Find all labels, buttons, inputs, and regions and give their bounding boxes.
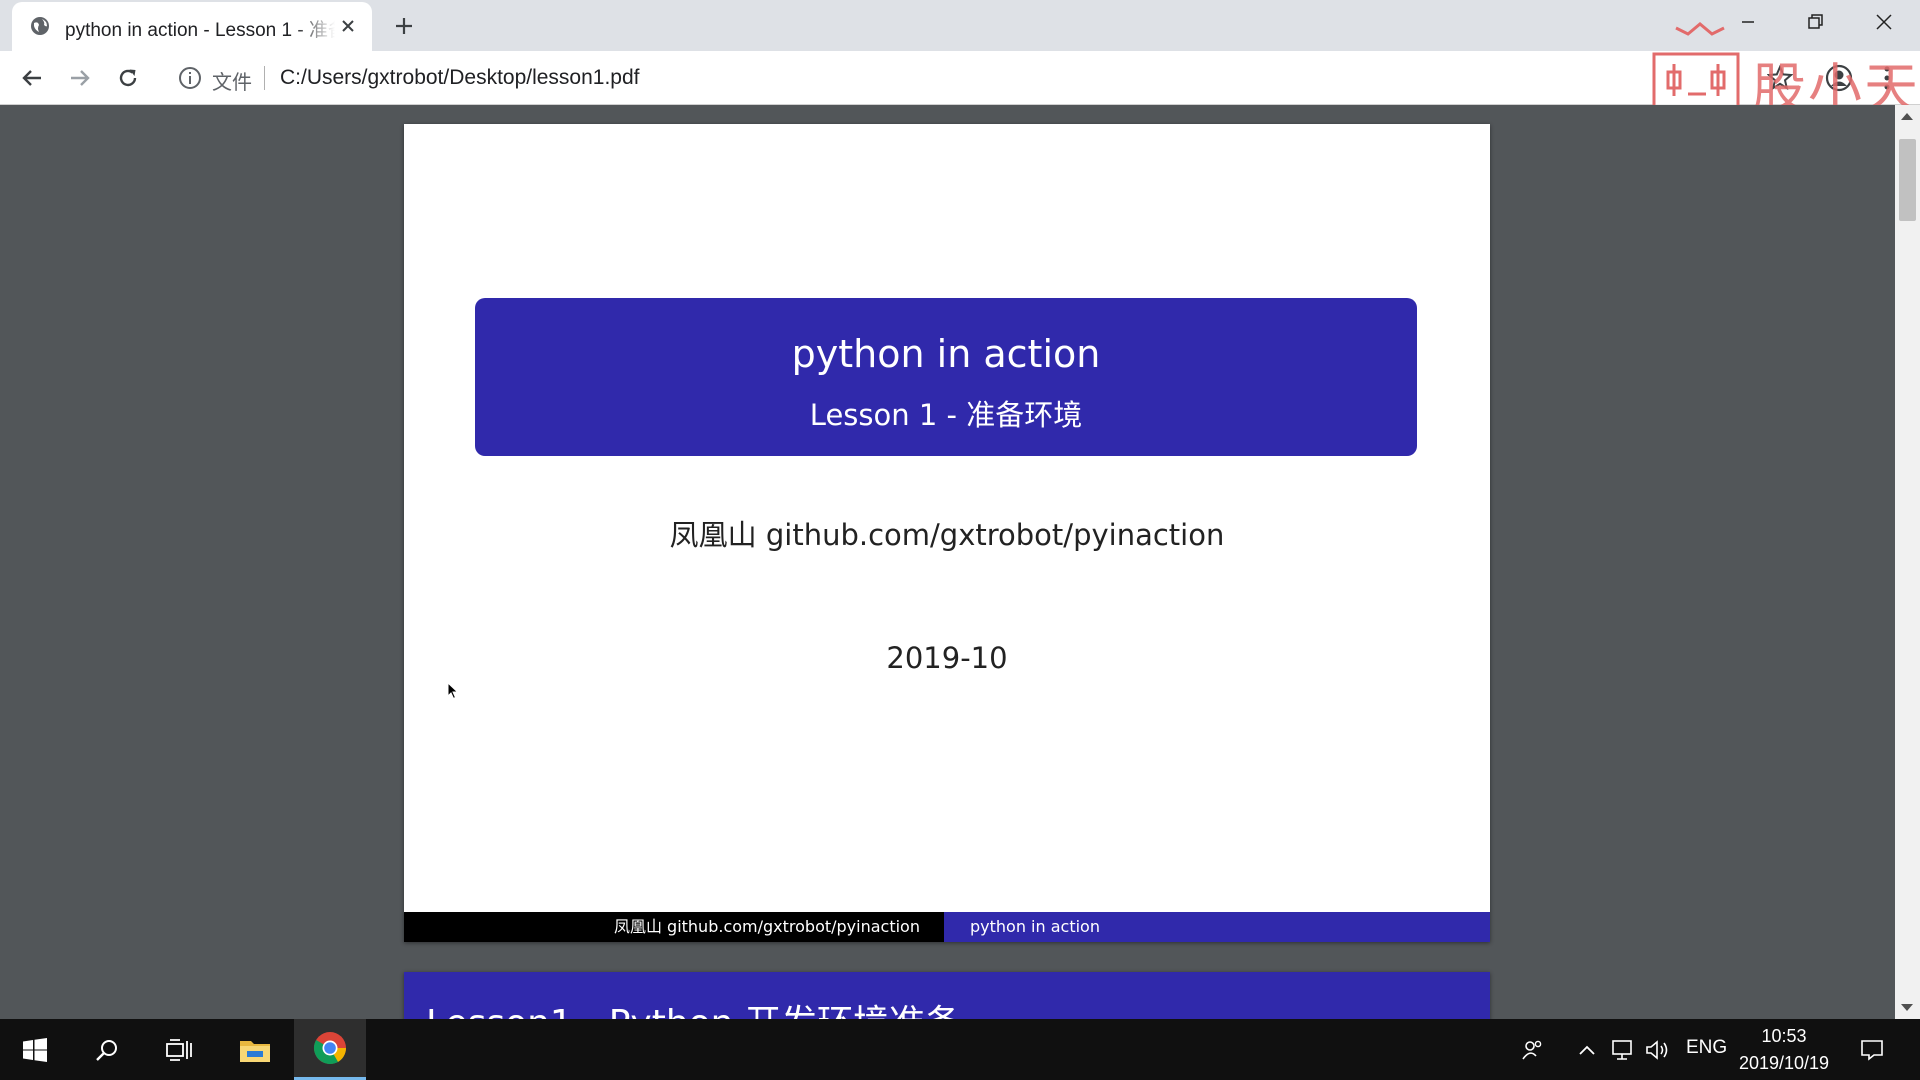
taskbar-clock[interactable]: 10:53 2019/10/19 [1728,1023,1840,1077]
tab-strip: python in action - Lesson 1 - 准备环境 [0,0,1920,51]
file-explorer-icon[interactable] [220,1019,290,1080]
address-divider [264,66,265,90]
address-bar[interactable]: 文件 C:/Users/gxtrobot/Desktop/lesson1.pdf [168,55,1698,101]
pdf-page-2: Lesson1 - Python 开发环境准备 [404,972,1490,1019]
reload-icon[interactable] [111,61,145,95]
clock-time: 10:53 [1761,1026,1807,1046]
windows-start-icon[interactable] [0,1019,70,1080]
slide-author: 凤凰山 github.com/gxtrobot/pyinaction [669,518,1225,552]
scrollbar-thumb[interactable] [1899,139,1916,221]
vertical-scrollbar[interactable] [1895,105,1920,1019]
slide-footer-right: python in action [944,912,1490,942]
chevron-up-icon[interactable] [1572,1019,1602,1080]
notification-icon[interactable] [1854,1019,1890,1080]
slide-title: python in action [791,332,1101,376]
slide-subtitle: Lesson 1 - 准备环境 [809,398,1083,432]
volume-icon[interactable] [1643,1019,1673,1080]
back-arrow-icon[interactable] [15,61,49,95]
input-language[interactable]: ENG [1686,1037,1727,1059]
scroll-up-arrow-icon[interactable] [1901,113,1913,120]
info-icon[interactable] [178,66,202,90]
scroll-down-arrow-icon[interactable] [1901,1004,1913,1011]
network-icon[interactable] [1608,1019,1638,1080]
clock-date: 2019/10/19 [1738,1053,1830,1073]
tab-title: python in action - Lesson 1 - 准备环境 [65,20,335,41]
address-url[interactable]: C:/Users/gxtrobot/Desktop/lesson1.pdf [280,66,640,90]
slide-footer-left: 凤凰山 github.com/gxtrobot/pyinaction [404,912,944,942]
slide2-title: Lesson1 - Python 开发环境准备 [426,994,961,1019]
new-tab-icon[interactable] [390,12,418,40]
close-tab-icon[interactable] [337,15,359,37]
search-icon[interactable] [72,1019,142,1080]
globe-icon [30,16,50,36]
slide2-header: Lesson1 - Python 开发环境准备 [404,972,1490,1019]
mouse-cursor-icon [447,681,459,700]
pdf-viewer[interactable]: python in action Lesson 1 - 准备环境 凤凰山 git… [0,105,1895,1019]
browser-toolbar: 文件 C:/Users/gxtrobot/Desktop/lesson1.pdf [0,51,1920,105]
windows-taskbar: ENG 10:53 2019/10/19 [0,1019,1920,1080]
task-view-icon[interactable] [144,1019,214,1080]
slide-date: 2019-10 [886,641,1008,675]
url-scheme-label: 文件 [212,72,252,94]
slide-title-box: python in action Lesson 1 - 准备环境 [475,298,1417,456]
pdf-page-1: python in action Lesson 1 - 准备环境 凤凰山 git… [404,124,1490,942]
people-icon[interactable] [1518,1019,1548,1080]
browser-tab[interactable]: python in action - Lesson 1 - 准备环境 [12,2,372,51]
chrome-taskbar-icon[interactable] [294,1019,366,1080]
forward-arrow-icon[interactable] [63,61,97,95]
watermark-logo: 股小天 [1652,14,1920,120]
